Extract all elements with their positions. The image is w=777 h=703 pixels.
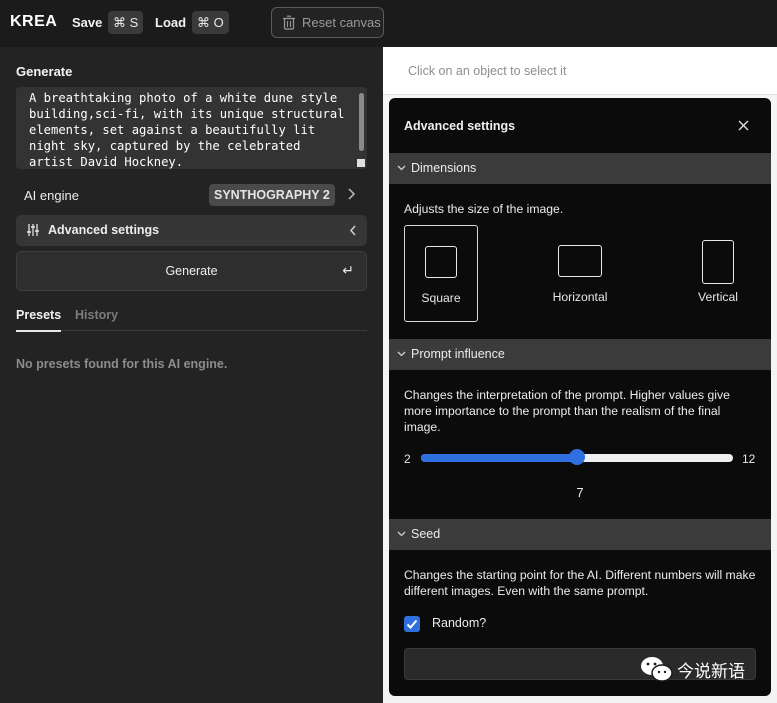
- ai-engine-selector[interactable]: SYNTHOGRAPHY 2: [209, 184, 335, 206]
- slider-max-label: 12: [742, 452, 756, 466]
- advanced-settings-label: Advanced settings: [48, 223, 160, 237]
- generate-sidebar: Generate A breathtaking photo of a white…: [0, 47, 383, 703]
- horizontal-shape-icon: [558, 245, 602, 277]
- prompt-influence-slider-thumb[interactable]: [569, 449, 585, 465]
- canvas-hint-bar: Click on an object to select it: [383, 47, 777, 95]
- prompt-influence-value: 7: [576, 485, 584, 500]
- dimension-option-vertical[interactable]: Vertical: [685, 225, 751, 322]
- generate-section-title: Generate: [16, 64, 73, 79]
- dimension-label-horizontal: Horizontal: [552, 290, 608, 304]
- return-key-icon: ↵: [342, 262, 354, 278]
- random-seed-checkbox[interactable]: [404, 616, 420, 632]
- reset-canvas-button[interactable]: Reset canvas: [271, 7, 384, 38]
- advanced-settings-toggle[interactable]: Advanced settings: [16, 215, 367, 246]
- save-shortcut-badge: ⌘ S: [108, 11, 144, 34]
- save-button[interactable]: Save: [72, 15, 102, 30]
- dimension-option-square[interactable]: Square: [404, 225, 478, 322]
- load-shortcut-badge: ⌘ O: [192, 11, 229, 34]
- seed-description: Changes the starting point for the AI. D…: [404, 568, 756, 598]
- dimension-label-vertical: Vertical: [698, 290, 738, 304]
- sliders-icon: [27, 224, 39, 236]
- prompt-text: A breathtaking photo of a white dune sty…: [29, 91, 345, 169]
- prompt-scrollbar[interactable]: [359, 93, 364, 151]
- dimensions-section-header[interactable]: Dimensions: [389, 153, 771, 184]
- wechat-icon: [641, 657, 673, 682]
- dimension-label-square: Square: [421, 291, 461, 305]
- generate-button[interactable]: Generate ↵: [16, 251, 367, 291]
- dimensions-title: Dimensions: [411, 161, 477, 175]
- prompt-influence-description: Changes the interpretation of the prompt…: [404, 388, 730, 434]
- presets-empty-message: No presets found for this AI engine.: [16, 357, 228, 371]
- chevron-down-icon: [397, 165, 406, 171]
- panel-title: Advanced settings: [404, 119, 516, 133]
- dimension-option-horizontal[interactable]: Horizontal: [539, 225, 621, 322]
- tab-history[interactable]: History: [75, 308, 118, 322]
- chevron-down-icon: [397, 531, 406, 537]
- reset-canvas-label: Reset canvas: [302, 15, 381, 30]
- prompt-influence-section-header[interactable]: Prompt influence: [389, 339, 771, 370]
- resize-grip-icon[interactable]: [357, 159, 365, 167]
- load-button[interactable]: Load: [155, 15, 186, 30]
- square-shape-icon: [425, 246, 457, 278]
- random-seed-label: Random?: [432, 616, 487, 630]
- watermark-text: 今说新语: [677, 662, 745, 682]
- top-bar: KREA Save ⌘ S Load ⌘ O Reset canvas: [0, 0, 777, 47]
- generate-button-label: Generate: [165, 264, 218, 278]
- dimensions-description: Adjusts the size of the image.: [404, 202, 564, 216]
- advanced-settings-panel: Advanced settings Dimensions Adjusts the…: [389, 98, 771, 696]
- checkmark-icon: [406, 619, 418, 629]
- chevron-right-icon[interactable]: [346, 187, 356, 201]
- prompt-influence-title: Prompt influence: [411, 347, 505, 361]
- panel-header: Advanced settings: [389, 98, 771, 153]
- chevron-down-icon: [397, 351, 406, 357]
- krea-logo: KREA: [10, 13, 58, 30]
- slider-min-label: 2: [404, 452, 411, 466]
- slider-fill: [421, 454, 577, 462]
- seed-section-header[interactable]: Seed: [389, 519, 771, 550]
- vertical-shape-icon: [702, 240, 734, 284]
- chevron-left-icon: [349, 225, 356, 236]
- presets-history-tabs: Presets History: [16, 305, 367, 332]
- ai-engine-label: AI engine: [24, 188, 79, 203]
- trash-icon: [283, 15, 295, 30]
- tab-presets[interactable]: Presets: [16, 308, 62, 332]
- prompt-textarea[interactable]: A breathtaking photo of a white dune sty…: [16, 87, 367, 169]
- seed-title: Seed: [411, 527, 441, 541]
- canvas-hint-text: Click on an object to select it: [408, 64, 567, 78]
- close-icon[interactable]: [738, 120, 749, 131]
